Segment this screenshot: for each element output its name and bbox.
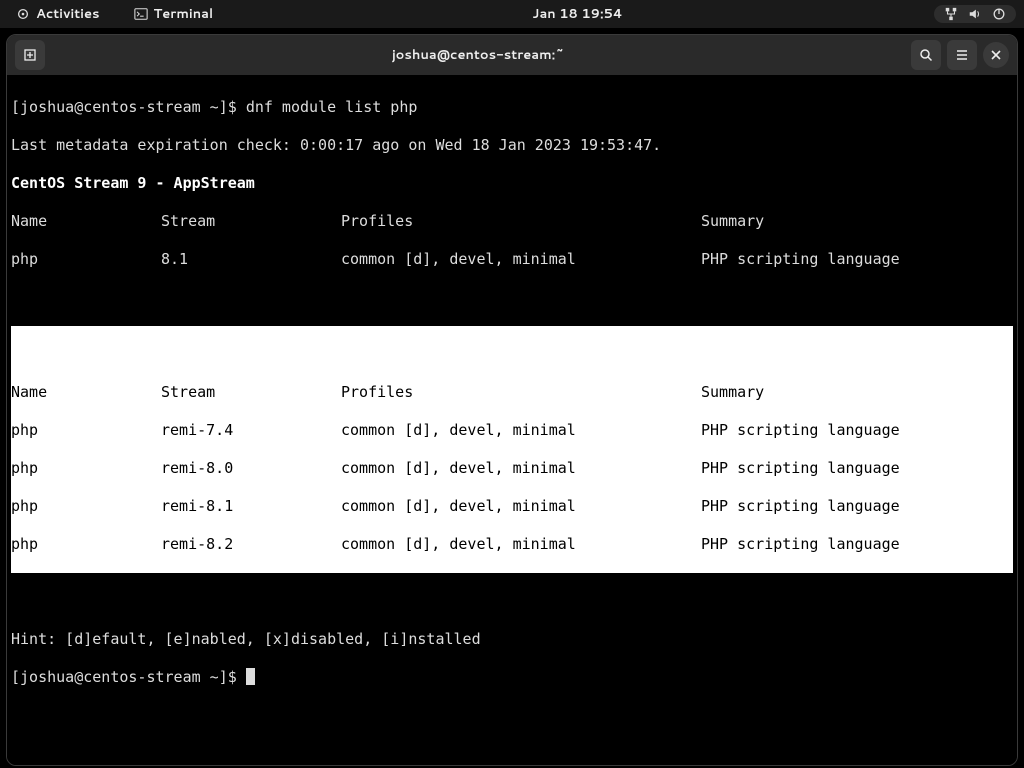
terminal-icon bbox=[134, 7, 148, 21]
blank-line bbox=[11, 592, 1013, 611]
section1-title: CentOS Stream 9 - AppStream bbox=[11, 174, 1013, 193]
app-menu-label: Terminal bbox=[154, 5, 214, 23]
new-tab-button[interactable] bbox=[15, 40, 45, 70]
table-row: phpremi-7.4common [d], devel, minimalPHP… bbox=[11, 421, 1013, 440]
power-icon bbox=[992, 7, 1006, 21]
window-title: joshua@centos-stream:~ bbox=[51, 46, 905, 64]
table-row: phpremi-8.2common [d], devel, minimalPHP… bbox=[11, 535, 1013, 554]
terminal-window: joshua@centos-stream:~ [joshua@centos-st… bbox=[6, 34, 1018, 766]
section2-header: NameStreamProfilesSummary bbox=[11, 383, 1013, 402]
system-tray[interactable] bbox=[934, 5, 1016, 23]
close-icon bbox=[990, 49, 1002, 61]
app-menu-button[interactable]: Terminal bbox=[126, 3, 222, 25]
table-row: php8.1common [d], devel, minimalPHP scri… bbox=[11, 250, 1013, 269]
volume-icon bbox=[968, 7, 982, 21]
hamburger-icon bbox=[954, 47, 970, 63]
menu-button[interactable] bbox=[947, 40, 977, 70]
activities-icon bbox=[16, 7, 30, 21]
clock[interactable]: Jan 18 19:54 bbox=[221, 5, 934, 23]
close-button[interactable] bbox=[983, 42, 1009, 68]
activities-button[interactable]: Activities bbox=[8, 3, 108, 25]
activities-label: Activities bbox=[36, 5, 100, 23]
blank-line bbox=[11, 288, 1013, 307]
section2-title: Remi's Modular repository for Enterprise… bbox=[11, 345, 1013, 364]
search-button[interactable] bbox=[911, 40, 941, 70]
network-icon bbox=[944, 7, 958, 21]
table-row: phpremi-8.0common [d], devel, minimalPHP… bbox=[11, 459, 1013, 478]
prompt: [joshua@centos-stream ~]$ bbox=[11, 98, 246, 116]
table-row: phpremi-8.1common [d], devel, minimalPHP… bbox=[11, 497, 1013, 516]
section1-header: NameStreamProfilesSummary bbox=[11, 212, 1013, 231]
command-text: dnf module list php bbox=[246, 98, 418, 116]
cursor bbox=[246, 668, 255, 685]
prompt: [joshua@centos-stream ~]$ bbox=[11, 668, 246, 686]
terminal-body[interactable]: [joshua@centos-stream ~]$ dnf module lis… bbox=[7, 75, 1017, 765]
metadata-line: Last metadata expiration check: 0:00:17 … bbox=[11, 136, 1013, 155]
hint-line: Hint: [d]efault, [e]nabled, [x]disabled,… bbox=[11, 630, 1013, 649]
gnome-topbar: Activities Terminal Jan 18 19:54 bbox=[0, 0, 1024, 28]
new-tab-icon bbox=[22, 47, 38, 63]
search-icon bbox=[918, 47, 934, 63]
window-titlebar: joshua@centos-stream:~ bbox=[7, 35, 1017, 75]
